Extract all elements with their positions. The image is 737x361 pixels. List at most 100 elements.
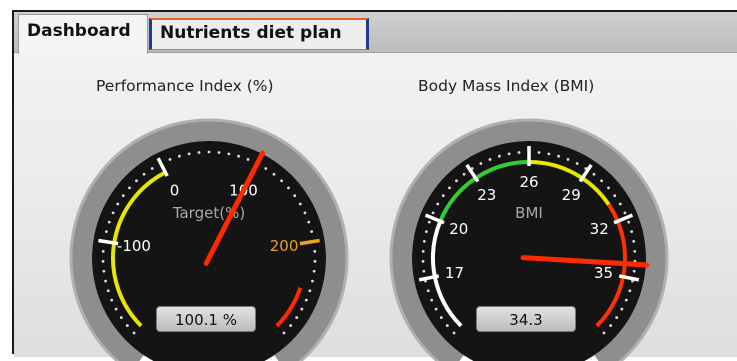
- bmi-minor-tick: [421, 259, 425, 263]
- performance-minor-tick: [311, 279, 314, 283]
- performance-gauge-title: Performance Index (%): [96, 77, 274, 95]
- tab-bar: Dashboard Nutrients diet plan: [14, 12, 737, 54]
- bmi-minor-tick: [602, 331, 606, 335]
- bmi-center-label: BMI: [515, 204, 543, 222]
- bmi-minor-tick: [479, 162, 483, 165]
- performance-tick-label: 200: [270, 237, 299, 255]
- tab-nutrients-diet-plan[interactable]: Nutrients diet plan: [149, 18, 369, 50]
- performance-minor-tick: [264, 167, 268, 170]
- performance-minor-tick: [104, 279, 107, 283]
- bmi-minor-tick: [632, 269, 636, 273]
- bmi-tick-label: 23: [477, 186, 496, 204]
- performance-minor-tick: [304, 298, 308, 302]
- bmi-minor-tick: [609, 324, 613, 327]
- bmi-minor-tick: [628, 289, 632, 293]
- bmi-minor-tick: [557, 154, 560, 158]
- performance-minor-tick: [227, 152, 231, 156]
- bmi-minor-tick: [507, 152, 511, 156]
- performance-minor-tick: [313, 259, 317, 263]
- performance-minor-tick: [104, 230, 108, 234]
- bmi-minor-tick: [434, 307, 438, 311]
- bmi-value-readout: 34.3: [476, 306, 576, 332]
- performance-minor-tick: [142, 172, 146, 176]
- performance-tick-label: -100: [117, 237, 151, 255]
- bmi-minor-tick: [462, 172, 466, 176]
- performance-minor-tick: [298, 202, 302, 206]
- performance-minor-tick: [313, 249, 317, 253]
- performance-minor-tick: [101, 259, 105, 263]
- bmi-minor-tick: [455, 179, 458, 183]
- bmi-minor-tick: [439, 316, 443, 319]
- performance-minor-tick: [308, 289, 312, 293]
- performance-minor-tick: [282, 331, 286, 335]
- performance-minor-tick: [128, 186, 131, 190]
- bmi-minor-tick: [633, 249, 637, 253]
- bmi-tick-label: 32: [590, 220, 609, 238]
- bmi-minor-tick: [537, 151, 541, 154]
- bmi-minor-tick: [620, 307, 624, 311]
- bmi-minor-tick: [427, 220, 431, 224]
- bmi-minor-tick: [498, 154, 501, 158]
- performance-minor-tick: [102, 269, 106, 273]
- performance-minor-tick: [110, 298, 114, 302]
- performance-minor-tick: [280, 179, 283, 183]
- bmi-tick-label: 26: [519, 173, 538, 191]
- performance-minor-tick: [101, 249, 105, 253]
- bmi-minor-tick: [488, 158, 492, 161]
- bmi-minor-tick: [613, 194, 617, 198]
- performance-minor-tick: [293, 194, 297, 198]
- bmi-tick-label: 29: [562, 186, 581, 204]
- performance-minor-tick: [187, 152, 191, 156]
- performance-minor-tick: [114, 307, 118, 311]
- bmi-minor-tick: [632, 240, 636, 243]
- bmi-tick-label: 17: [445, 264, 464, 282]
- performance-minor-tick: [107, 220, 111, 224]
- dashboard-panel: Performance Index (%) Body Mass Index (B…: [14, 52, 737, 361]
- tab-dashboard[interactable]: Dashboard: [18, 14, 148, 54]
- bmi-minor-tick: [607, 186, 610, 190]
- bmi-minor-tick: [624, 298, 628, 302]
- performance-minor-tick: [303, 211, 307, 215]
- bmi-minor-tick: [452, 331, 456, 335]
- dashboard-window: Dashboard Nutrients diet plan Performanc…: [12, 10, 737, 361]
- bmi-minor-tick: [618, 202, 622, 206]
- performance-minor-tick: [132, 331, 136, 335]
- performance-minor-tick: [168, 158, 172, 161]
- performance-minor-tick: [300, 307, 304, 311]
- bmi-minor-tick: [615, 316, 619, 319]
- performance-minor-tick: [310, 230, 314, 234]
- bmi-minor-tick: [424, 230, 428, 234]
- bmi-minor-tick: [448, 186, 451, 190]
- bmi-minor-tick: [441, 194, 445, 198]
- bmi-minor-tick: [547, 152, 551, 156]
- bmi-minor-tick: [517, 151, 521, 154]
- performance-minor-tick: [116, 202, 120, 206]
- performance-minor-tick: [121, 194, 125, 198]
- performance-minor-tick: [111, 211, 115, 215]
- bmi-minor-tick: [575, 162, 579, 165]
- performance-minor-tick: [135, 179, 138, 183]
- performance-minor-tick: [125, 324, 129, 327]
- performance-minor-tick: [150, 167, 154, 170]
- performance-tick-label: 0: [170, 181, 180, 199]
- performance-minor-tick: [312, 269, 316, 273]
- performance-minor-tick: [307, 220, 311, 224]
- bmi-minor-tick: [445, 324, 449, 327]
- bmi-gauge-title: Body Mass Index (BMI): [418, 77, 595, 95]
- performance-minor-tick: [289, 324, 293, 327]
- performance-minor-tick: [106, 289, 110, 293]
- performance-minor-tick: [237, 154, 240, 158]
- performance-minor-tick: [119, 316, 123, 319]
- bmi-minor-tick: [600, 179, 603, 183]
- performance-value-readout: 100.1 %: [156, 306, 256, 332]
- performance-minor-tick: [197, 151, 201, 154]
- performance-minor-tick: [246, 158, 250, 161]
- performance-minor-tick: [217, 151, 221, 154]
- bmi-minor-tick: [422, 269, 426, 273]
- bmi-minor-tick: [436, 202, 440, 206]
- bmi-minor-tick: [630, 230, 634, 234]
- bmi-tick-label: 20: [449, 220, 468, 238]
- bmi-minor-tick: [430, 298, 434, 302]
- bmi-tick-label: 35: [594, 264, 613, 282]
- bmi-minor-tick: [566, 158, 570, 161]
